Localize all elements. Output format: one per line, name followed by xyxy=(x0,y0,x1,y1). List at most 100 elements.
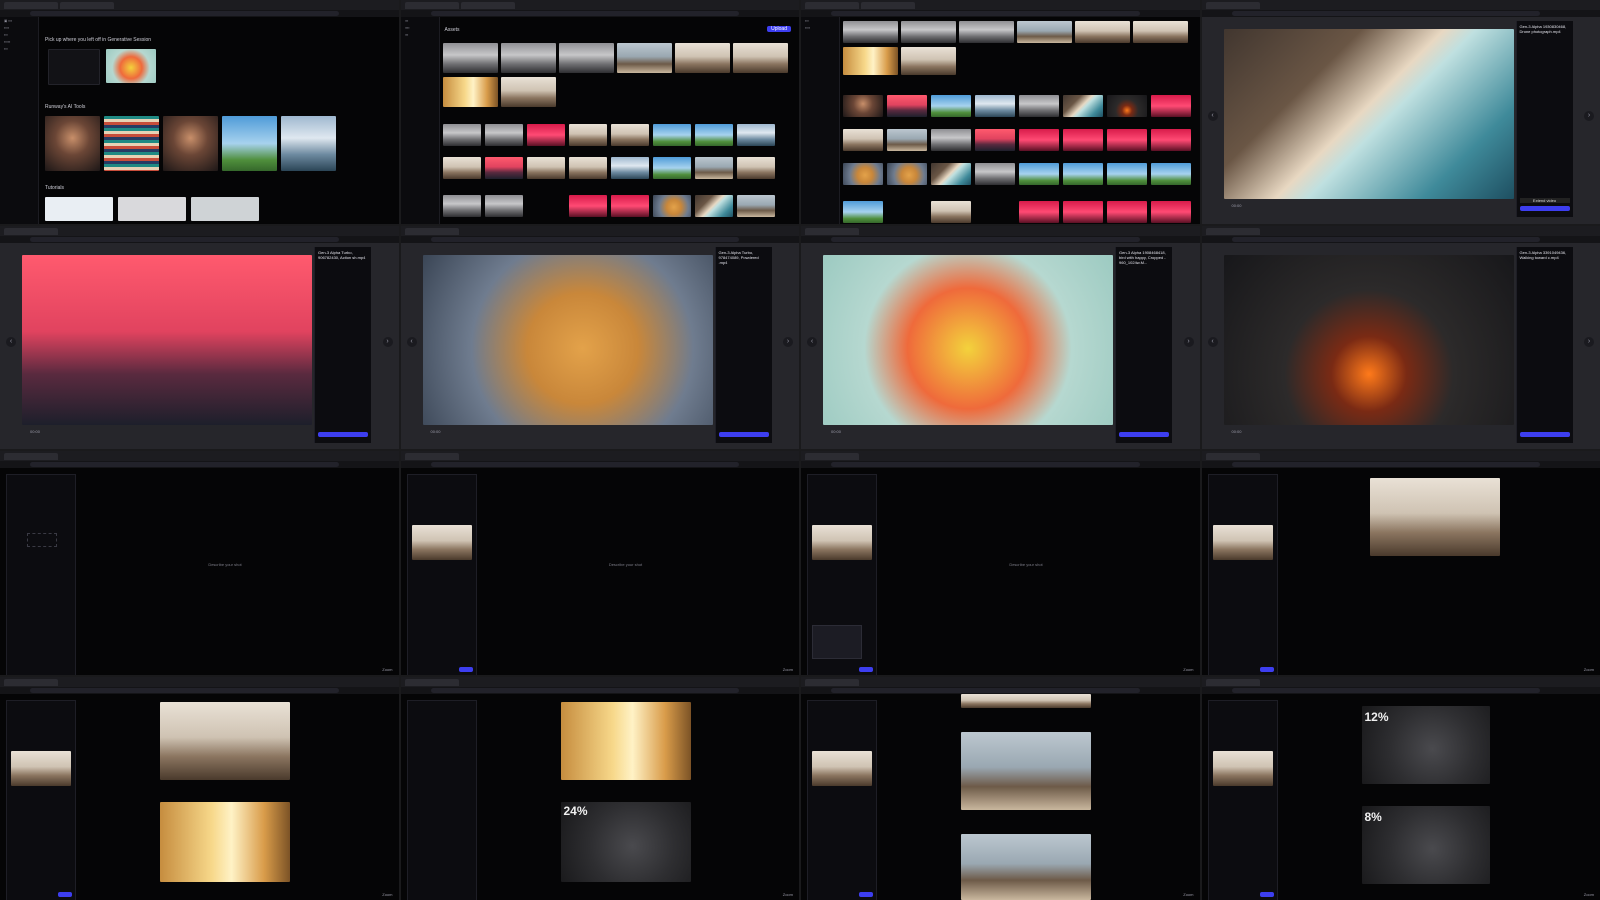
address-bar[interactable] xyxy=(400,461,799,468)
asset-thumb[interactable] xyxy=(901,47,956,75)
asset-thumb[interactable] xyxy=(931,163,971,185)
asset-thumb[interactable] xyxy=(1151,201,1191,223)
primary-action-button[interactable] xyxy=(1519,206,1570,211)
asset-thumb[interactable] xyxy=(843,129,883,151)
asset-thumb[interactable] xyxy=(736,157,775,179)
asset-thumb[interactable] xyxy=(610,124,649,146)
sidebar-item[interactable]: ▪▪▪ xyxy=(405,33,435,38)
sidebar-item[interactable]: ▪▪▪▪ xyxy=(4,26,34,31)
tool-card-3[interactable] xyxy=(163,116,218,171)
asset-thumb[interactable] xyxy=(975,163,1015,185)
sidebar-item[interactable]: ▪▪▪ xyxy=(4,47,34,52)
asset-thumb[interactable] xyxy=(484,157,523,179)
tutorial-card-2[interactable] xyxy=(118,197,186,221)
asset-thumb[interactable] xyxy=(887,163,927,185)
sidebar-item[interactable]: ▪▪▪ xyxy=(4,33,34,38)
next-arrow-icon[interactable]: › xyxy=(1584,111,1594,121)
dropdown-menu[interactable] xyxy=(812,625,862,659)
prev-arrow-icon[interactable]: ‹ xyxy=(6,336,16,347)
asset-thumb[interactable] xyxy=(975,95,1015,117)
asset-thumb[interactable] xyxy=(959,21,1014,43)
asset-thumb[interactable] xyxy=(694,124,733,146)
address-bar[interactable] xyxy=(0,235,399,243)
asset-thumb[interactable] xyxy=(610,195,649,217)
input-image[interactable] xyxy=(411,525,472,560)
asset-thumb[interactable] xyxy=(568,124,607,146)
asset-thumb[interactable] xyxy=(442,195,481,217)
asset-thumb[interactable] xyxy=(526,124,565,146)
asset-thumb[interactable] xyxy=(1017,21,1072,43)
primary-action-button[interactable] xyxy=(1519,431,1570,437)
sidebar-item[interactable]: ▪▪▪ xyxy=(405,19,435,24)
asset-thumb[interactable] xyxy=(736,195,775,217)
address-bar[interactable] xyxy=(1201,10,1600,17)
generated-result[interactable] xyxy=(961,693,1091,708)
input-image[interactable] xyxy=(812,525,872,560)
prev-arrow-icon[interactable]: ‹ xyxy=(1207,111,1218,121)
asset-thumb[interactable] xyxy=(500,43,556,73)
asset-thumb[interactable] xyxy=(442,157,481,179)
prev-arrow-icon[interactable]: ‹ xyxy=(807,336,817,347)
sidebar-item[interactable]: ▪▪▪▪ xyxy=(805,26,835,31)
upload-dropzone[interactable] xyxy=(27,533,57,547)
asset-thumb[interactable] xyxy=(674,43,730,73)
asset-thumb[interactable] xyxy=(652,157,691,179)
input-image[interactable] xyxy=(812,750,872,786)
asset-thumb[interactable] xyxy=(1151,95,1191,117)
primary-action-button[interactable] xyxy=(1119,431,1169,437)
asset-thumb[interactable] xyxy=(1107,201,1147,223)
asset-thumb[interactable] xyxy=(526,157,565,179)
asset-thumb[interactable] xyxy=(558,43,614,73)
asset-thumb[interactable] xyxy=(1019,95,1059,117)
prev-arrow-icon[interactable]: ‹ xyxy=(406,336,417,347)
tool-card-5[interactable] xyxy=(281,116,336,171)
asset-thumb[interactable] xyxy=(736,124,775,146)
asset-thumb[interactable] xyxy=(931,201,971,223)
prev-arrow-icon[interactable]: ‹ xyxy=(1207,336,1218,347)
asset-thumb[interactable] xyxy=(1063,129,1103,151)
asset-thumb[interactable] xyxy=(887,95,927,117)
sidebar-item[interactable]: ▪▪▪▪ xyxy=(405,26,435,31)
generate-button[interactable] xyxy=(1259,892,1274,897)
video-preview[interactable] xyxy=(1223,29,1514,199)
asset-thumb[interactable] xyxy=(1107,129,1147,151)
generated-result[interactable] xyxy=(961,833,1091,900)
next-arrow-icon[interactable]: › xyxy=(1183,336,1194,347)
video-preview[interactable] xyxy=(823,254,1113,425)
asset-thumb[interactable] xyxy=(500,77,556,107)
generate-button[interactable] xyxy=(58,892,72,897)
asset-thumb[interactable] xyxy=(616,43,672,73)
asset-thumb[interactable] xyxy=(1151,129,1191,151)
asset-thumb[interactable] xyxy=(442,77,498,107)
session-card-empty[interactable] xyxy=(48,49,100,85)
address-bar[interactable] xyxy=(1201,686,1600,694)
asset-thumb[interactable] xyxy=(568,157,607,179)
generated-result[interactable] xyxy=(1369,478,1500,556)
primary-action-button[interactable] xyxy=(718,431,769,437)
asset-thumb[interactable] xyxy=(484,195,523,217)
input-image[interactable] xyxy=(1212,525,1273,560)
input-image[interactable] xyxy=(11,750,71,786)
asset-thumb[interactable] xyxy=(1075,21,1130,43)
video-preview[interactable] xyxy=(22,254,312,425)
asset-thumb[interactable] xyxy=(652,195,691,217)
asset-thumb[interactable] xyxy=(1063,163,1103,185)
home-icon[interactable]: ▣ ▪▪▪ xyxy=(4,19,34,24)
asset-thumb[interactable] xyxy=(732,43,788,73)
address-bar[interactable] xyxy=(801,10,1200,17)
generated-result[interactable] xyxy=(160,801,290,882)
asset-thumb[interactable] xyxy=(843,95,883,117)
asset-thumb[interactable] xyxy=(843,47,898,75)
asset-thumb[interactable] xyxy=(931,95,971,117)
generated-result[interactable] xyxy=(160,701,290,780)
asset-thumb[interactable] xyxy=(442,124,481,146)
generate-button[interactable] xyxy=(458,666,473,672)
asset-thumb[interactable] xyxy=(1133,21,1188,43)
asset-thumb[interactable] xyxy=(652,124,691,146)
next-arrow-icon[interactable]: › xyxy=(783,336,793,347)
asset-thumb[interactable] xyxy=(568,195,607,217)
generated-result[interactable] xyxy=(961,731,1091,810)
tool-card-2[interactable] xyxy=(104,116,159,171)
upload-button[interactable]: Upload xyxy=(767,26,791,32)
sidebar-item[interactable]: ▪▪▪ xyxy=(805,19,835,24)
